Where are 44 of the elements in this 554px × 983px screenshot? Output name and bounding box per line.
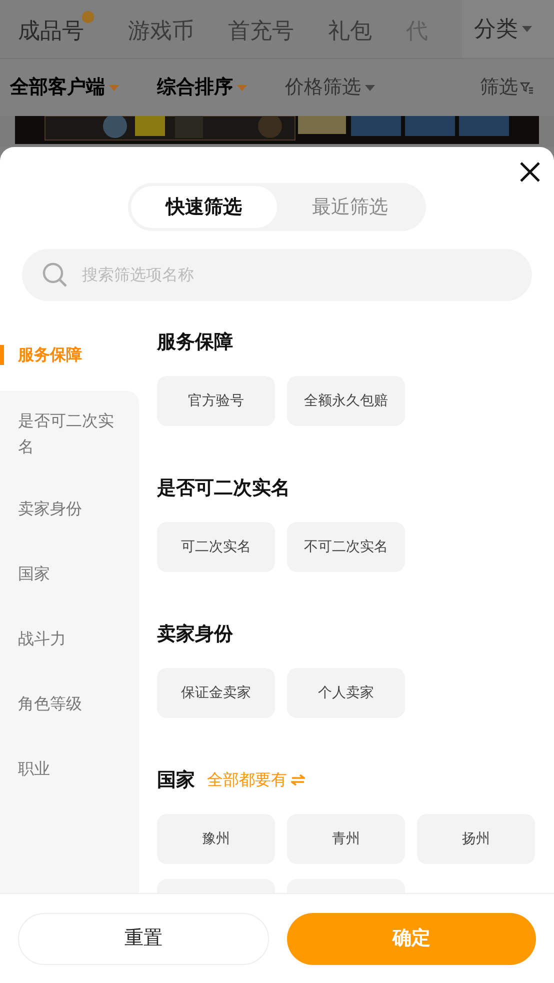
sidebar-item[interactable]: 角色等级	[0, 671, 139, 736]
search-bar[interactable]: 搜索筛选项名称	[22, 249, 532, 301]
caret-icon	[522, 26, 532, 32]
option-chip[interactable]: 可二次实名	[157, 522, 275, 572]
swap-icon	[291, 774, 305, 786]
match-all-toggle[interactable]: 全部都要有	[207, 768, 305, 792]
category-menu[interactable]: 分类	[462, 0, 554, 58]
reset-button[interactable]: 重置	[18, 912, 269, 964]
selection-bar	[0, 345, 4, 365]
sidebar-item[interactable]: 职业	[0, 736, 139, 801]
filter-dropdown[interactable]: 价格筛选	[285, 73, 375, 102]
section-title: 服务保障	[157, 330, 233, 355]
filter-dropdown[interactable]: 综合排序	[157, 73, 247, 102]
option-chip[interactable]: 官方验号	[157, 376, 275, 426]
option-chip[interactable]: 扬州	[417, 814, 535, 864]
caret-icon	[109, 84, 119, 90]
confirm-button[interactable]: 确定	[287, 912, 536, 964]
section-title: 国家	[157, 768, 195, 793]
category-tab[interactable]: 成品号	[18, 10, 94, 48]
filter-icon	[520, 82, 534, 94]
sidebar-item[interactable]: 战斗力	[0, 606, 139, 671]
caret-icon	[365, 84, 375, 90]
option-chip[interactable]: 全额永久包赔	[287, 376, 405, 426]
filter-tab[interactable]: 快速筛选	[131, 186, 277, 228]
option-chip[interactable]: 青州	[287, 814, 405, 864]
close-icon[interactable]	[518, 160, 542, 184]
filter-dropdown[interactable]: 全部客户端	[10, 73, 119, 102]
option-chip[interactable]: 豫州	[157, 814, 275, 864]
sidebar-item[interactable]: 国家	[0, 541, 139, 606]
section-title: 是否可二次实名	[157, 476, 290, 501]
sidebar-item[interactable]: 是否可二次实名	[0, 391, 139, 476]
category-tab[interactable]: 游戏币	[128, 10, 194, 48]
filter-tab[interactable]: 最近筛选	[277, 186, 423, 228]
caret-icon	[237, 84, 247, 90]
option-chip[interactable]: 保证金卖家	[157, 668, 275, 718]
search-field[interactable]: 搜索筛选项名称	[82, 263, 512, 287]
sidebar-item[interactable]: 卖家身份	[0, 476, 139, 541]
option-chip[interactable]: 个人卖家	[287, 668, 405, 718]
category-tab[interactable]: 首充号	[228, 10, 294, 48]
category-tab[interactable]: 礼包	[328, 10, 372, 48]
section-title: 卖家身份	[157, 622, 233, 647]
option-chip[interactable]: 不可二次实名	[287, 522, 405, 572]
filter-dropdown[interactable]: 筛选	[480, 73, 534, 102]
search-icon	[42, 262, 68, 288]
